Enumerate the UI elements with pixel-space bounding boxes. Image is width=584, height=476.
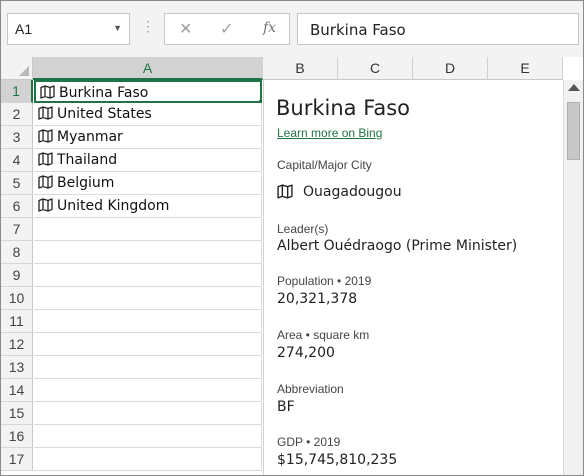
formula-bar: A1 ▼ ⋮ ✕ ✓ fx Burkina Faso (1, 1, 583, 57)
cell-a17[interactable] (34, 448, 262, 471)
cell-a7[interactable] (34, 218, 262, 241)
cancel-icon[interactable]: ✕ (179, 19, 192, 39)
area-label: Area • square km (277, 328, 370, 342)
row-header[interactable]: 13 (1, 356, 33, 379)
data-type-card: Burkina Faso Learn more on Bing Capital/… (263, 80, 563, 475)
learn-more-link[interactable]: Learn more on Bing (277, 126, 382, 140)
map-icon[interactable] (38, 152, 53, 166)
row-header[interactable]: 6 (1, 195, 33, 218)
name-box-value: A1 (15, 21, 33, 37)
abbreviation-value: BF (277, 399, 295, 415)
leader-value: Albert Ouédraogo (Prime Minister) (277, 238, 518, 254)
cell-a13[interactable] (34, 356, 262, 379)
card-scrollbar[interactable] (563, 80, 583, 475)
cell-a16[interactable] (34, 425, 262, 448)
map-icon[interactable] (38, 129, 53, 143)
row-header[interactable]: 10 (1, 287, 33, 310)
cell-a11[interactable] (34, 310, 262, 333)
cell-text: United Kingdom (57, 198, 170, 214)
row-header[interactable]: 7 (1, 218, 33, 241)
column-header-a[interactable]: A (33, 57, 263, 80)
cell-a9[interactable] (34, 264, 262, 287)
row-header[interactable]: 12 (1, 333, 33, 356)
cell-a8[interactable] (34, 241, 262, 264)
excel-window: A1 ▼ ⋮ ✕ ✓ fx Burkina Faso A B C D E 1 2… (0, 0, 584, 476)
row-header[interactable]: 16 (1, 425, 33, 448)
cell-text: Thailand (57, 152, 118, 168)
row-header[interactable]: 9 (1, 264, 33, 287)
cell-a6[interactable]: United Kingdom (34, 195, 262, 218)
cell-a12[interactable] (34, 333, 262, 356)
cell-a3[interactable]: Myanmar (34, 126, 262, 149)
row-header[interactable]: 15 (1, 402, 33, 425)
name-box[interactable]: A1 ▼ (7, 13, 130, 45)
cell-text: Myanmar (57, 129, 123, 145)
map-icon[interactable] (38, 198, 53, 212)
map-icon[interactable] (40, 85, 55, 99)
cell-a10[interactable] (34, 287, 262, 310)
row-header[interactable]: 8 (1, 241, 33, 264)
row-header[interactable]: 3 (1, 126, 33, 149)
cell-a4[interactable]: Thailand (34, 149, 262, 172)
scroll-thumb[interactable] (567, 102, 580, 160)
cell-text: United States (57, 106, 152, 122)
cell-a5[interactable]: Belgium (34, 172, 262, 195)
cell-a15[interactable] (34, 402, 262, 425)
column-header-d[interactable]: D (413, 57, 488, 80)
row-header[interactable]: 14 (1, 379, 33, 402)
function-icon[interactable]: fx (263, 20, 276, 36)
dropdown-icon[interactable]: ▼ (113, 23, 122, 33)
population-label: Population • 2019 (277, 274, 372, 288)
cell-a1[interactable]: Burkina Faso (34, 80, 262, 103)
enter-icon[interactable]: ✓ (220, 19, 233, 39)
population-value: 20,321,378 (277, 291, 358, 307)
cell-text: Belgium (57, 175, 115, 191)
select-all-corner[interactable] (1, 57, 33, 80)
capital-value-row: Ouagadougou (277, 184, 402, 200)
map-icon[interactable] (38, 175, 53, 189)
formula-input[interactable]: Burkina Faso (297, 13, 579, 45)
row-header[interactable]: 4 (1, 149, 33, 172)
formula-buttons: ✕ ✓ fx (164, 13, 290, 45)
card-title: Burkina Faso (276, 96, 411, 120)
gdp-value: $15,745,810,235 (277, 452, 398, 468)
row-header[interactable]: 17 (1, 448, 33, 471)
row-header[interactable]: 1 (1, 80, 33, 103)
leader-label: Leader(s) (277, 222, 329, 236)
cell-a2[interactable]: United States (34, 103, 262, 126)
column-header-c[interactable]: C (338, 57, 413, 80)
map-icon[interactable] (38, 106, 53, 120)
capital-label: Capital/Major City (277, 158, 372, 172)
formula-value: Burkina Faso (310, 21, 406, 39)
cell-text: Burkina Faso (59, 85, 149, 101)
row-header[interactable]: 11 (1, 310, 33, 333)
row-header[interactable]: 2 (1, 103, 33, 126)
area-value: 274,200 (277, 345, 335, 361)
gdp-label: GDP • 2019 (277, 435, 341, 449)
more-options-icon[interactable]: ⋮ (141, 18, 155, 38)
column-header-e[interactable]: E (488, 57, 563, 80)
row-header[interactable]: 5 (1, 172, 33, 195)
cell-a14[interactable] (34, 379, 262, 402)
column-header-b[interactable]: B (263, 57, 338, 80)
capital-value[interactable]: Ouagadougou (303, 184, 402, 200)
abbreviation-label: Abbreviation (277, 382, 344, 396)
column-header-row: A B C D E (33, 57, 563, 80)
map-icon[interactable] (277, 184, 293, 199)
scroll-up-icon[interactable] (568, 84, 580, 91)
